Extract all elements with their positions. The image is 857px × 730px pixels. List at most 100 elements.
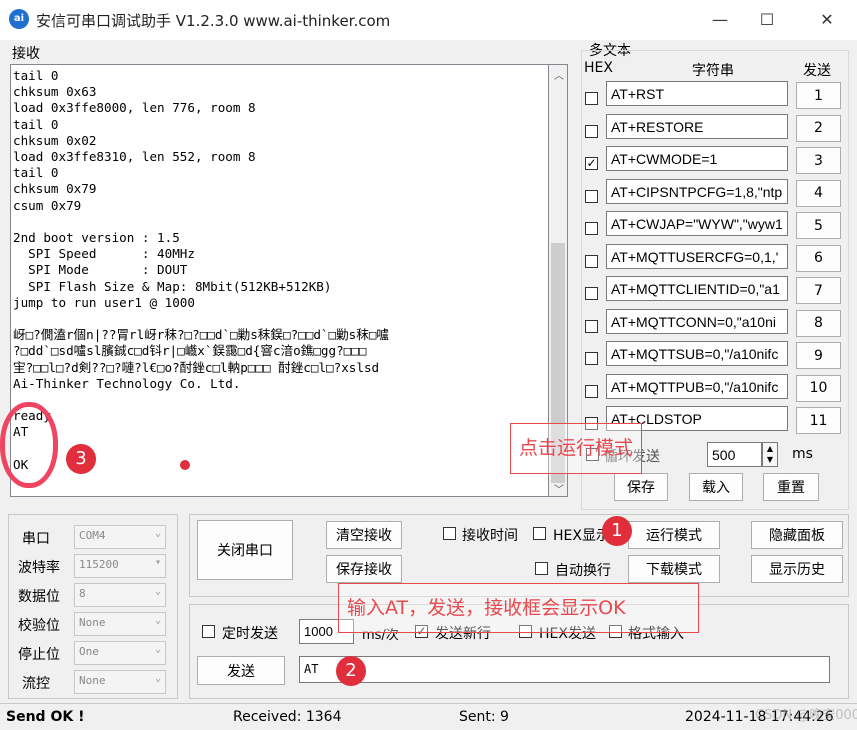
maximize-button[interactable]: ☐ — [744, 6, 790, 34]
scroll-up-icon[interactable]: ︿ — [554, 67, 564, 82]
hide-panel-button[interactable]: 隐藏面板 — [751, 521, 843, 549]
stop-bits-value: One — [79, 645, 99, 658]
status-message: Send OK ! — [6, 709, 85, 725]
multi-row-hex-checkbox[interactable] — [585, 222, 598, 235]
check-icon: ✓ — [586, 156, 597, 170]
multi-row-hex-checkbox[interactable] — [585, 287, 598, 300]
save-receive-button[interactable]: 保存接收 — [326, 555, 402, 583]
multi-row-hex-checkbox[interactable] — [585, 92, 598, 105]
port-value: COM4 — [79, 529, 106, 542]
multi-row-send-button[interactable]: 7 — [796, 277, 841, 304]
run-mode-button[interactable]: 运行模式 — [628, 521, 720, 549]
show-history-button[interactable]: 显示历史 — [751, 555, 843, 583]
badge-2: 2 — [336, 656, 366, 686]
multi-row-send-button[interactable]: 5 — [796, 212, 841, 239]
port-select[interactable]: COM4 ⌄ — [74, 525, 166, 549]
receive-time-label: 接收时间 — [462, 528, 518, 544]
multi-row-hex-checkbox[interactable] — [585, 254, 598, 268]
parity-value: None — [79, 616, 106, 629]
send-button[interactable]: 发送 — [197, 656, 285, 685]
download-mode-button[interactable]: 下载模式 — [628, 555, 720, 583]
watermark: CSDN @晚安000 — [755, 708, 857, 723]
stop-bits-select[interactable]: One ⌄ — [74, 641, 166, 665]
string-header: 字符串 — [692, 63, 734, 79]
chevron-down-icon: ⌄ — [154, 615, 161, 626]
receive-text: tail 0 chksum 0x63 load 0x3ffe8000, len … — [13, 68, 390, 472]
multi-row-string-input[interactable]: AT+RESTORE — [606, 113, 788, 139]
send-header: 发送 — [803, 63, 831, 79]
load-multi-button[interactable]: 载入 — [689, 473, 743, 501]
parity-label: 校验位 — [18, 618, 60, 634]
multi-row-send-button[interactable]: 1 — [796, 82, 841, 109]
chevron-down-icon: ⌄ — [154, 528, 161, 539]
multi-row-send-button[interactable]: 10 — [796, 374, 841, 402]
send-annotation: 输入AT，发送，接收框会显示OK — [338, 583, 699, 633]
multi-row-send-button[interactable]: 9 — [796, 342, 841, 369]
hex-display-checkbox[interactable] — [533, 527, 546, 540]
received-count: Received: 1364 — [233, 709, 342, 725]
multi-row-string-input[interactable]: AT+MQTTCONN=0,"a10ni — [606, 308, 788, 334]
flow-value: None — [79, 674, 106, 687]
badge-3: 3 — [66, 444, 96, 474]
reset-multi-button[interactable]: 重置 — [763, 473, 819, 501]
badge-1: 1 — [602, 516, 632, 546]
red-dot — [180, 460, 190, 470]
sent-count: Sent: 9 — [459, 709, 509, 725]
multi-row-hex-checkbox[interactable]: ✓ — [585, 157, 598, 170]
title-bar: ai 安信可串口调试助手 V1.2.3.0 www.ai-thinker.com… — [0, 0, 857, 40]
multi-row-string-input[interactable]: AT+MQTTCLIENTID=0,"a1 — [606, 276, 788, 301]
multi-row-send-button[interactable]: 3 — [796, 147, 841, 174]
app-icon: ai — [9, 9, 29, 29]
timed-send-checkbox[interactable] — [202, 625, 215, 638]
flow-select[interactable]: None ⌄ — [74, 670, 166, 694]
multi-row-string-input[interactable]: AT+CIPSNTPCFG=1,8,"ntp — [606, 178, 788, 204]
scroll-down-icon[interactable]: ﹀ — [554, 481, 564, 496]
receive-time-checkbox[interactable] — [443, 527, 456, 540]
flow-label: 流控 — [22, 676, 50, 692]
multi-row-send-button[interactable]: 2 — [796, 114, 841, 142]
minimize-button[interactable]: — — [697, 6, 743, 34]
multi-row-string-input[interactable]: AT+MQTTUSERCFG=0,1,' — [606, 243, 788, 269]
multi-row-string-input[interactable]: AT+MQTTSUB=0,"/a10nifc — [606, 341, 788, 366]
multi-row-hex-checkbox[interactable] — [585, 124, 598, 138]
multi-row-string-input[interactable]: AT+CWJAP="WYW","wyw1 — [606, 211, 788, 236]
receive-textbox[interactable]: tail 0 chksum 0x63 load 0x3ffe8000, len … — [10, 64, 549, 497]
port-label: 串口 — [22, 531, 50, 547]
run-mode-annotation: 点击运行模式 — [510, 423, 643, 474]
multi-row-send-button[interactable]: 11 — [796, 407, 841, 434]
stop-bits-label: 停止位 — [18, 647, 60, 663]
loop-interval-spinner[interactable]: ▲ ▼ — [762, 442, 778, 467]
multi-row-hex-checkbox[interactable] — [585, 352, 598, 365]
clear-receive-button[interactable]: 清空接收 — [326, 521, 402, 549]
loop-interval-input[interactable]: 500 — [707, 442, 762, 467]
multi-row-send-button[interactable]: 6 — [796, 244, 841, 272]
close-window-button[interactable]: ✕ — [804, 6, 850, 34]
receive-label: 接收 — [12, 46, 40, 62]
save-multi-button[interactable]: 保存 — [614, 473, 668, 501]
chevron-down-icon: ⌄ — [154, 644, 161, 655]
multi-row-hex-checkbox[interactable] — [585, 319, 598, 333]
circle-highlight — [0, 402, 58, 488]
data-bits-value: 8 — [79, 587, 86, 600]
window-title: 安信可串口调试助手 V1.2.3.0 www.ai-thinker.com — [36, 12, 391, 30]
close-port-button[interactable]: 关闭串口 — [197, 520, 293, 580]
auto-wrap-checkbox[interactable] — [535, 562, 548, 575]
chevron-down-icon: ▾ — [154, 557, 161, 568]
send-input[interactable]: AT — [299, 656, 830, 683]
baud-select[interactable]: 115200 ▾ — [74, 554, 166, 578]
parity-select[interactable]: None ⌄ — [74, 612, 166, 636]
baud-value: 115200 — [79, 558, 119, 571]
data-bits-label: 数据位 — [18, 589, 60, 605]
loop-interval-unit: ms — [792, 446, 813, 462]
status-bar: Send OK ! Received: 1364 Sent: 9 2024-11… — [0, 703, 857, 730]
multi-row-send-button[interactable]: 4 — [796, 179, 841, 207]
multi-row-string-input[interactable]: AT+CWMODE=1 — [606, 146, 788, 171]
multi-row-string-input[interactable]: AT+MQTTPUB=0,"/a10nifc — [606, 373, 788, 399]
timed-send-label: 定时发送 — [222, 626, 278, 642]
multi-row-send-button[interactable]: 8 — [796, 309, 841, 337]
multi-row-hex-checkbox[interactable] — [585, 189, 598, 203]
data-bits-select[interactable]: 8 ⌄ — [74, 583, 166, 607]
multi-row-string-input[interactable]: AT+RST — [606, 81, 788, 106]
multi-row-hex-checkbox[interactable] — [585, 384, 598, 398]
auto-wrap-label: 自动换行 — [555, 563, 611, 579]
